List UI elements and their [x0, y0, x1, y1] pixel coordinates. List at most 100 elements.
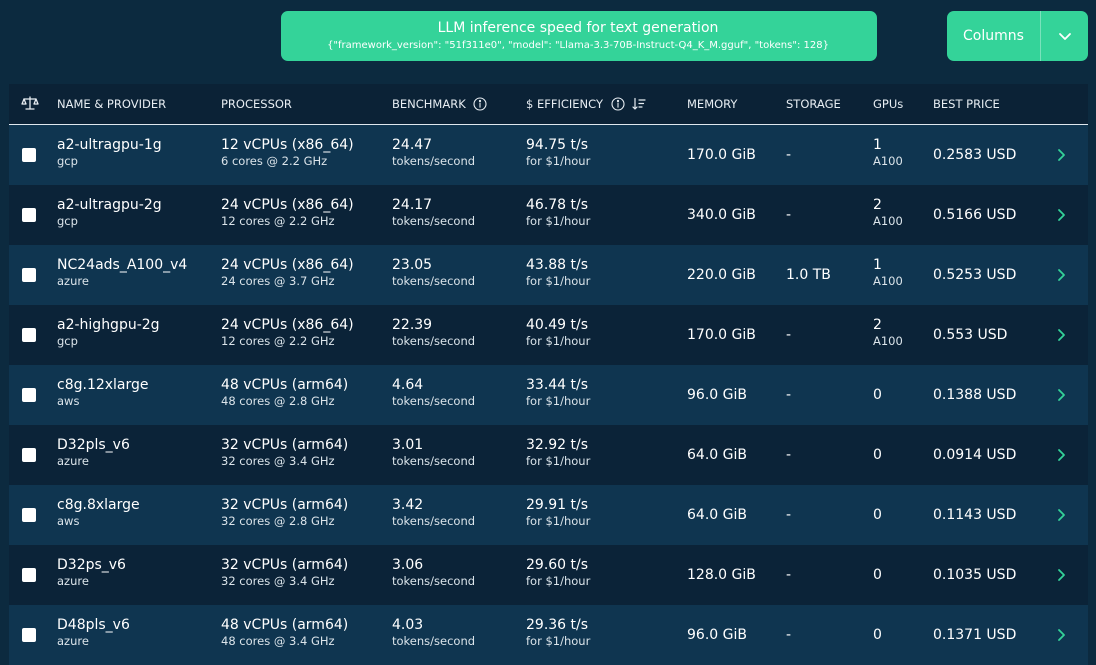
benchmark-selector[interactable]: LLM inference speed for text generation …: [281, 11, 877, 61]
chevron-right-icon[interactable]: [1053, 207, 1069, 223]
header-processor[interactable]: PROCESSOR: [221, 84, 292, 124]
processor-cell: 24 vCPUs (x86_64) 24 cores @ 3.7 GHz: [221, 257, 354, 289]
table-row[interactable]: D48pls_v6 azure 48 vCPUs (arm64) 48 cores @…: [9, 605, 1088, 665]
sort-descending-icon[interactable]: [632, 97, 646, 111]
name-cell[interactable]: D32ps_v6 azure: [57, 557, 126, 589]
gpu-count: 1: [873, 137, 882, 153]
benchmark-value: 3.06: [392, 557, 424, 573]
chevron-right-icon[interactable]: [1053, 567, 1069, 583]
instance-name: NC24ads_A100_v4: [57, 257, 188, 273]
storage-cell: -: [786, 627, 792, 643]
table-row[interactable]: NC24ads_A100_v4 azure 24 vCPUs (x86_64) 24 …: [9, 245, 1088, 305]
header-price[interactable]: BEST PRICE: [933, 84, 1000, 124]
benchmark-params: {"framework_version": "51f311e0", "model…: [327, 40, 829, 51]
price-cell: 0.0914 USD: [933, 447, 1017, 463]
benchmark-label[interactable]: LLM inference speed for text generation …: [282, 12, 874, 60]
compare-checkbox[interactable]: [22, 208, 36, 222]
efficiency-unit: for $1/hour: [526, 514, 591, 528]
storage-cell: -: [786, 207, 792, 223]
gpus-cell: 0: [873, 447, 882, 463]
table-row[interactable]: D32ps_v6 azure 32 vCPUs (arm64) 32 cores @ …: [9, 545, 1088, 605]
provider-name: aws: [57, 394, 80, 408]
chevron-right-icon[interactable]: [1053, 267, 1069, 283]
instance-name: D48pls_v6: [57, 617, 130, 633]
storage-cell: -: [786, 507, 792, 523]
columns-dropdown-toggle[interactable]: [1040, 11, 1088, 61]
compare-checkbox[interactable]: [22, 568, 36, 582]
processor-cell: 24 vCPUs (x86_64) 12 cores @ 2.2 GHz: [221, 317, 354, 349]
chevron-right-icon[interactable]: [1053, 447, 1069, 463]
table-row[interactable]: c8g.8xlarge aws 32 vCPUs (arm64) 32 cores @…: [9, 485, 1088, 545]
table-row[interactable]: a2-ultragpu-2g gcp 24 vCPUs (x86_64) 12 cor…: [9, 185, 1088, 245]
name-cell[interactable]: a2-ultragpu-2g gcp: [57, 197, 162, 229]
memory-cell: 64.0 GiB: [687, 507, 747, 523]
efficiency-unit: for $1/hour: [526, 394, 591, 408]
benchmark-cell: 3.06 tokens/second: [392, 557, 475, 589]
toolbar: LLM inference speed for text generation …: [0, 0, 1096, 80]
compare-checkbox[interactable]: [22, 388, 36, 402]
header-memory[interactable]: MEMORY: [687, 84, 737, 124]
compare-checkbox[interactable]: [22, 508, 36, 522]
processor-cell: 12 vCPUs (x86_64) 6 cores @ 2.2 GHz: [221, 137, 354, 169]
name-cell[interactable]: c8g.8xlarge aws: [57, 497, 140, 529]
efficiency-unit: for $1/hour: [526, 154, 591, 168]
storage-cell: -: [786, 147, 792, 163]
gpus-cell: 1 A100: [873, 257, 903, 289]
efficiency-unit: for $1/hour: [526, 634, 591, 648]
efficiency-cell: 33.44 t/s for $1/hour: [526, 377, 590, 409]
instances-table: NAME & PROVIDER PROCESSOR BENCHMARK $ EF…: [9, 84, 1088, 665]
name-cell[interactable]: NC24ads_A100_v4 azure: [57, 257, 187, 289]
name-cell[interactable]: c8g.12xlarge aws: [57, 377, 149, 409]
name-cell[interactable]: D32pls_v6 azure: [57, 437, 130, 469]
cores: 48 cores @ 2.8 GHz: [221, 394, 335, 408]
cores: 12 cores @ 2.2 GHz: [221, 214, 335, 228]
benchmark-cell: 22.39 tokens/second: [392, 317, 475, 349]
chevron-right-icon[interactable]: [1053, 507, 1069, 523]
benchmark-unit: tokens/second: [392, 334, 476, 348]
compare-checkbox[interactable]: [22, 628, 36, 642]
efficiency-cell: 29.60 t/s for $1/hour: [526, 557, 590, 589]
header-gpus[interactable]: GPUs: [873, 84, 903, 124]
table-row[interactable]: a2-highgpu-2g gcp 24 vCPUs (x86_64) 12 core…: [9, 305, 1088, 365]
table-row[interactable]: a2-ultragpu-1g gcp 12 vCPUs (x86_64) 6 core…: [9, 125, 1088, 185]
benchmark-title: LLM inference speed for text generation: [437, 20, 719, 36]
name-cell[interactable]: a2-highgpu-2g gcp: [57, 317, 160, 349]
chevron-right-icon[interactable]: [1053, 147, 1069, 163]
compare-checkbox[interactable]: [22, 448, 36, 462]
table-row[interactable]: c8g.12xlarge aws 48 vCPUs (arm64) 48 cores …: [9, 365, 1088, 425]
header-name[interactable]: NAME & PROVIDER: [57, 84, 166, 124]
gpus-cell: 0: [873, 507, 882, 523]
columns-button[interactable]: Columns: [947, 11, 1088, 61]
cores: 32 cores @ 3.4 GHz: [221, 454, 335, 468]
benchmark-value: 23.05: [392, 257, 433, 273]
gpu-model: A100: [873, 214, 903, 228]
name-cell[interactable]: a2-ultragpu-1g gcp: [57, 137, 162, 169]
benchmark-cell: 23.05 tokens/second: [392, 257, 475, 289]
efficiency-unit: for $1/hour: [526, 334, 591, 348]
instance-name: D32ps_v6: [57, 557, 126, 573]
header-storage[interactable]: STORAGE: [786, 84, 841, 124]
chevron-right-icon[interactable]: [1053, 327, 1069, 343]
benchmark-cell: 4.03 tokens/second: [392, 617, 475, 649]
benchmark-value: 24.47: [392, 137, 433, 153]
info-icon[interactable]: [473, 96, 487, 111]
scale-icon: [21, 96, 39, 110]
header-benchmark[interactable]: BENCHMARK: [392, 84, 487, 124]
header-efficiency[interactable]: $ EFFICIENCY: [526, 84, 646, 124]
compare-checkbox[interactable]: [22, 328, 36, 342]
memory-cell: 170.0 GiB: [687, 147, 756, 163]
name-cell[interactable]: D48pls_v6 azure: [57, 617, 130, 649]
chevron-down-icon: [1058, 33, 1071, 40]
columns-button-label: Columns: [963, 28, 1024, 44]
compare-checkbox[interactable]: [22, 268, 36, 282]
vcpus: 32 vCPUs (arm64): [221, 437, 349, 453]
chevron-right-icon[interactable]: [1053, 627, 1069, 643]
compare-checkbox[interactable]: [22, 148, 36, 162]
table-row[interactable]: D32pls_v6 azure 32 vCPUs (arm64) 32 cores @…: [9, 425, 1088, 485]
info-icon[interactable]: [611, 96, 625, 111]
instance-name: D32pls_v6: [57, 437, 130, 453]
provider-name: azure: [57, 574, 89, 588]
compare-header[interactable]: [21, 84, 39, 124]
chevron-right-icon[interactable]: [1053, 387, 1069, 403]
efficiency-value: 33.44 t/s: [526, 377, 589, 393]
